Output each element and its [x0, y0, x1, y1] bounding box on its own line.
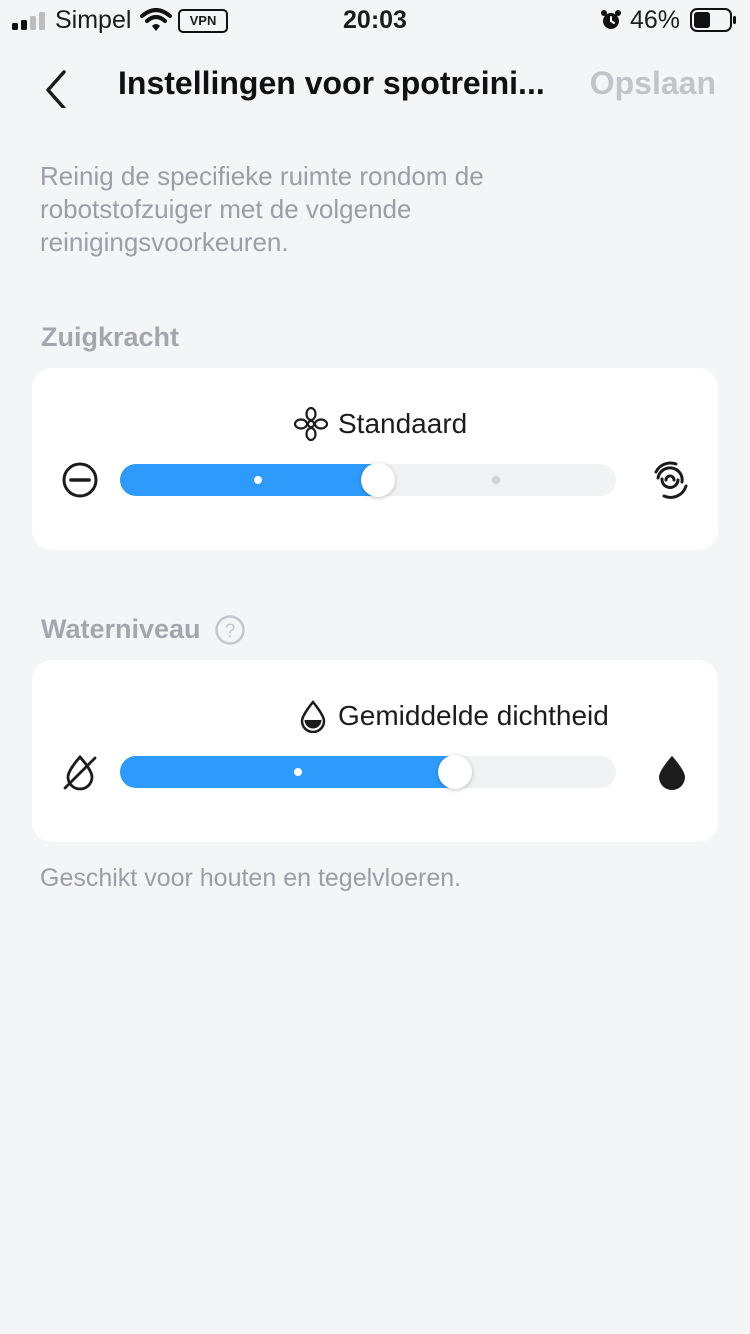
suction-slider-thumb[interactable] [360, 463, 395, 497]
water-slider-tick [294, 768, 302, 776]
suction-slider-tick [492, 476, 500, 484]
no-water-icon[interactable] [60, 752, 100, 792]
fan-icon [294, 407, 328, 441]
nav-bar: Instellingen voor spotreini... Opslaan [0, 50, 750, 120]
suction-card: Standaard [32, 368, 718, 550]
back-button[interactable] [34, 58, 78, 110]
water-mode-label: Gemiddelde dichtheid [338, 700, 609, 731]
water-slider-thumb[interactable] [437, 755, 472, 789]
suction-mode-label: Standaard [338, 408, 468, 439]
chevron-left-icon [46, 70, 66, 110]
water-level-hint: Geschikt voor houten en tegelvloeren. [40, 864, 462, 892]
svg-text:?: ? [225, 621, 236, 642]
water-card: Gemiddelde dichtheid [32, 660, 718, 842]
suction-section-label: Zuigkracht [41, 322, 180, 352]
water-slider[interactable] [120, 755, 616, 789]
help-icon[interactable]: ? [214, 614, 246, 646]
page-title: Instellingen voor spotreini... [118, 65, 545, 101]
suction-mode-indicator: Standaard [294, 406, 467, 442]
water-slider-fill [120, 756, 465, 788]
water-drop-half-icon [300, 700, 326, 733]
battery-percent: 46% [630, 6, 681, 34]
quiet-minus-icon[interactable] [60, 460, 100, 500]
save-button[interactable]: Opslaan [590, 65, 716, 102]
water-mode-indicator: Gemiddelde dichtheid [298, 698, 609, 734]
suction-slider-tick [254, 476, 262, 484]
page-description: Reinig de specifieke ruimte rondom de ro… [40, 161, 484, 257]
suction-slider[interactable] [120, 463, 616, 497]
alarm-icon [601, 10, 621, 29]
status-bar: Simpel VPN 20:03 46% [0, 0, 750, 40]
max-swirl-icon[interactable] [648, 458, 692, 502]
water-section-label: Waterniveau [41, 614, 201, 644]
water-drop-filled-icon[interactable] [652, 752, 692, 792]
battery-icon [690, 8, 736, 32]
